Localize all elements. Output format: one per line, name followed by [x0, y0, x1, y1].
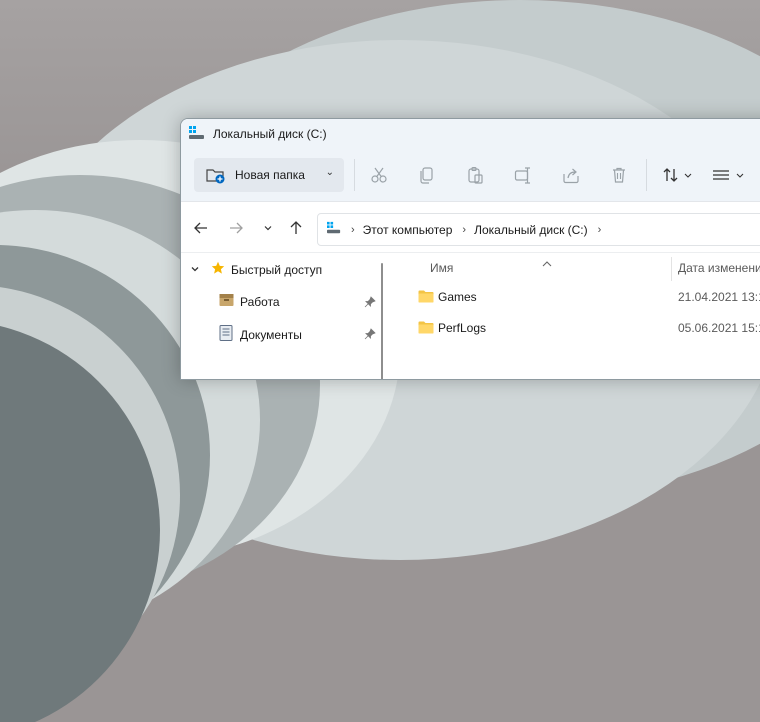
folder-icon [418, 321, 434, 337]
sidebar-item-documents[interactable]: Документы [219, 325, 302, 344]
paste-icon[interactable] [464, 164, 486, 186]
sidebar-item-quick-access[interactable]: Быстрый доступ [190, 261, 322, 278]
column-divider[interactable] [671, 257, 672, 281]
folder-icon [418, 290, 434, 306]
file-name: PerfLogs [438, 321, 487, 335]
chevron-right-icon[interactable]: › [598, 224, 602, 236]
sort-icon[interactable] [661, 164, 695, 186]
delete-icon[interactable] [608, 164, 630, 186]
new-folder-label: Новая папка [235, 168, 305, 182]
new-folder-icon [206, 165, 226, 185]
rename-icon[interactable] [512, 164, 534, 186]
column-header-date[interactable]: Дата изменения [678, 253, 760, 283]
breadcrumb-this-pc[interactable]: Этот компьютер [363, 223, 453, 237]
chevron-right-icon[interactable]: › [462, 224, 466, 236]
back-icon[interactable] [191, 218, 211, 238]
sidebar-item-label: Работа [240, 294, 280, 309]
sidebar-item-label: Быстрый доступ [231, 262, 323, 277]
command-bar: Новая папка ⌄ [181, 149, 760, 202]
file-date: 21.04.2021 13:14 [678, 290, 760, 304]
star-icon [211, 261, 225, 278]
toolbar-separator [354, 159, 355, 191]
address-bar[interactable]: › Этот компьютер › Локальный диск (C:) › [317, 213, 760, 246]
sidebar-item-label: Документы [240, 327, 302, 342]
file-date: 05.06.2021 15:10 [678, 321, 760, 335]
this-pc-icon [327, 221, 341, 238]
column-header-name[interactable]: Имя [430, 253, 453, 283]
sort-ascending-icon [541, 255, 553, 273]
title-bar[interactable]: Локальный диск (C:) [181, 119, 760, 149]
window-title: Локальный диск (C:) [213, 127, 327, 141]
file-explorer-window[interactable]: Локальный диск (C:) Новая папка ⌄ › Этот… [180, 118, 760, 380]
breadcrumb-local-disk[interactable]: Локальный диск (C:) [474, 223, 588, 237]
table-row[interactable]: PerfLogs 05.06.2021 15:10 [397, 314, 760, 342]
view-icon[interactable] [711, 164, 747, 186]
recent-locations-chevron-icon[interactable] [258, 218, 278, 238]
folder-icon [219, 293, 235, 310]
table-row[interactable]: Games 21.04.2021 13:14 [397, 283, 760, 311]
cut-icon[interactable] [368, 164, 390, 186]
pin-icon[interactable] [364, 295, 376, 308]
navigation-bar: › Этот компьютер › Локальный диск (C:) › [181, 202, 760, 253]
sidebar-item-rabota[interactable]: Работа [219, 293, 280, 310]
share-icon[interactable] [560, 164, 582, 186]
documents-icon [219, 325, 233, 344]
drive-icon [189, 125, 205, 143]
forward-icon[interactable] [226, 218, 246, 238]
pin-icon[interactable] [364, 327, 376, 340]
new-folder-button[interactable]: Новая папка ⌄ [194, 158, 344, 192]
chevron-down-icon[interactable]: ⌄ [326, 167, 334, 178]
toolbar-separator [646, 159, 647, 191]
chevron-right-icon[interactable]: › [351, 224, 355, 236]
navigation-scrollbar[interactable] [381, 263, 383, 379]
copy-icon[interactable] [416, 164, 438, 186]
chevron-down-icon[interactable] [190, 263, 200, 277]
up-icon[interactable] [286, 218, 306, 238]
file-name: Games [438, 290, 477, 304]
